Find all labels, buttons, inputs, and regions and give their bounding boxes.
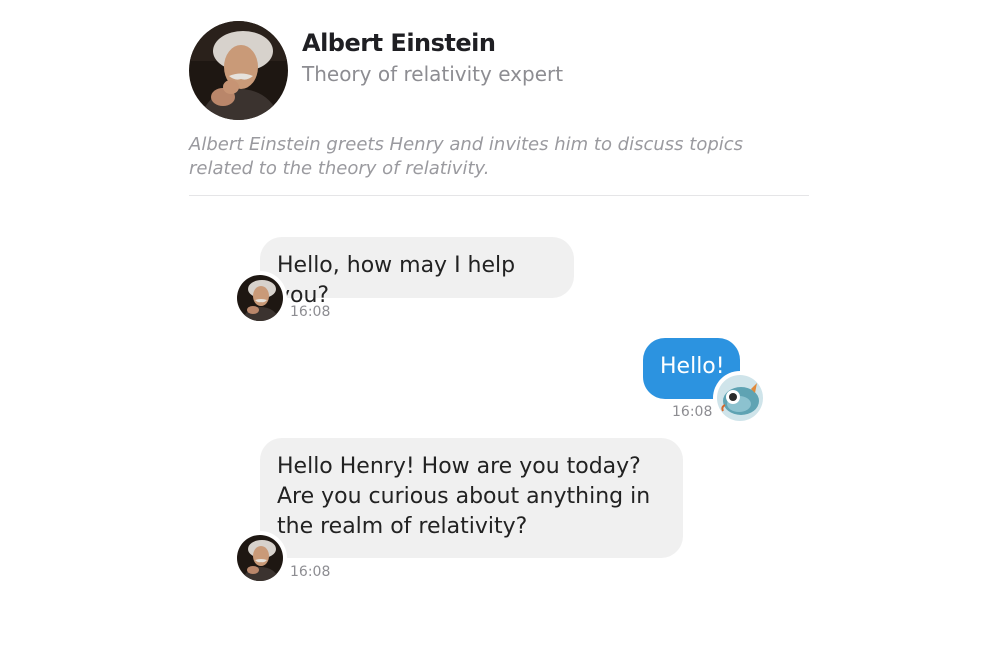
einstein-avatar [237,535,283,581]
profile-name: Albert Einstein [302,29,496,57]
message-timestamp: 16:08 [290,304,331,320]
message-bubble-incoming: Hello Henry! How are you today? Are you … [260,438,683,558]
einstein-avatar [237,275,283,321]
message-timestamp: 16:08 [672,404,713,420]
user-avatar [717,375,763,421]
einstein-avatar [189,21,288,120]
profile-description: Albert Einstein greets Henry and invites… [189,134,744,179]
message-bubble-incoming: Hello, how may I help you? [260,237,574,308]
profile-role: Theory of relativity expert [302,62,564,86]
message-timestamp: 16:08 [290,564,331,580]
header-divider [189,195,809,196]
